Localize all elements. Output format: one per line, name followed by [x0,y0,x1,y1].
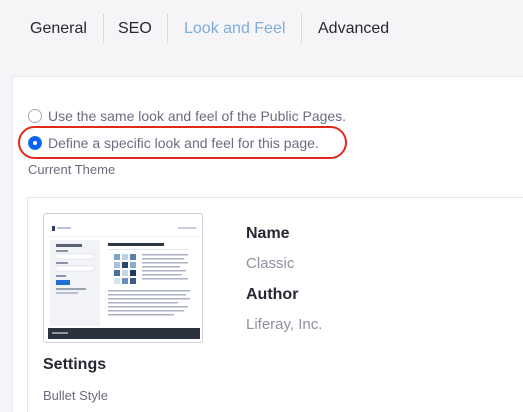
tab-advanced[interactable]: Advanced [318,19,389,41]
tab-divider [301,14,302,43]
radio-option-public-pages[interactable]: Use the same look and feel of the Public… [28,106,346,126]
current-theme-label: Current Theme [28,162,116,177]
tab-look-and-feel[interactable]: Look and Feel [184,19,285,41]
radio-option-label: Use the same look and feel of the Public… [48,108,347,124]
tab-general[interactable]: General [30,19,87,41]
theme-name-label: Name [246,225,290,242]
tab-bar: General SEO Look and Feel Advanced [0,0,523,60]
tab-seo[interactable]: SEO [118,19,152,41]
theme-name-value: Classic [246,255,295,272]
bullet-style-label: Bullet Style [43,388,109,403]
settings-heading: Settings [43,356,107,373]
theme-author-label: Author [246,286,299,303]
theme-preview-icon [48,218,200,339]
theme-thumbnail [43,213,203,343]
radio-unchecked-icon[interactable] [28,109,42,123]
tab-divider [167,14,168,43]
theme-author-value: Liferay, Inc. [246,316,323,333]
tab-divider [103,14,104,43]
highlight-annotation [18,126,347,159]
